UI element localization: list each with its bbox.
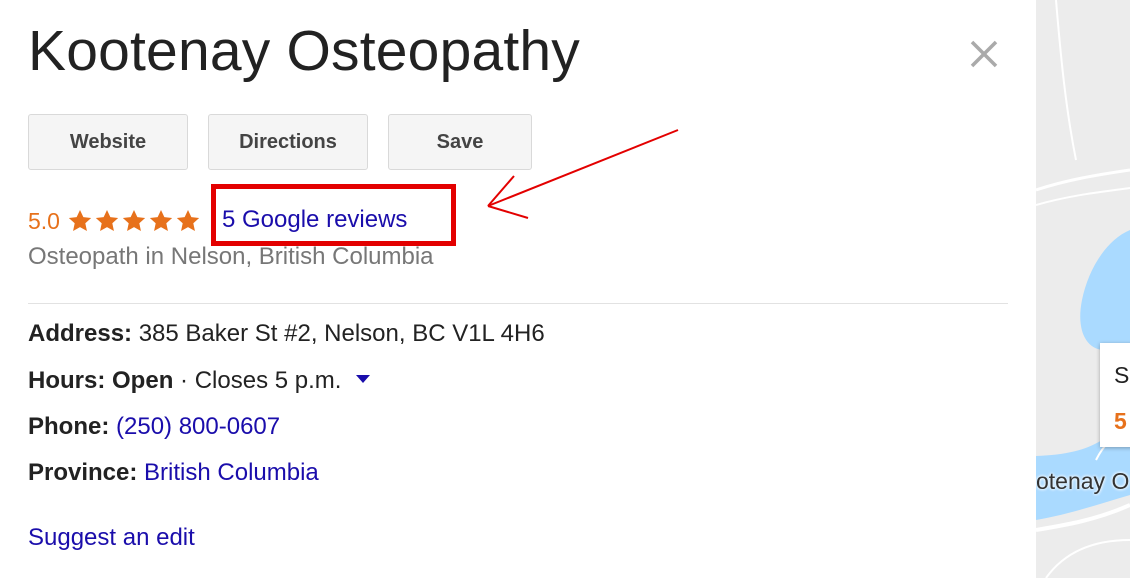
knowledge-panel: Kootenay Osteopathy Website Directions S…: [0, 0, 1036, 578]
star-icon: [149, 209, 173, 231]
address-label: Address:: [28, 320, 133, 347]
rating-stars: [67, 208, 202, 234]
website-button[interactable]: Website: [28, 114, 188, 170]
hours-separator: ·: [180, 367, 189, 394]
phone-label: Phone:: [28, 413, 110, 440]
directions-button[interactable]: Directions: [208, 114, 368, 170]
business-category: Osteopath in Nelson, British Columbia: [28, 243, 434, 270]
province-label: Province:: [28, 459, 138, 486]
map-place-label[interactable]: otenay O: [1036, 468, 1129, 495]
close-icon[interactable]: [960, 30, 1008, 78]
hours-label: Hours:: [28, 367, 106, 394]
annotation-highlight-box: [211, 184, 456, 246]
star-icon: [95, 209, 119, 231]
suggest-edit-link[interactable]: Suggest an edit: [28, 524, 195, 552]
star-icon: [122, 209, 146, 231]
business-title: Kootenay Osteopathy: [28, 19, 581, 83]
hours-detail[interactable]: Closes 5 p.m.: [195, 367, 342, 394]
star-icon: [176, 209, 200, 231]
rating-row: 5.0: [28, 204, 202, 238]
province-row: Province: British Columbia: [28, 459, 319, 487]
rating-value: 5.0: [28, 207, 60, 234]
phone-link[interactable]: (250) 800-0607: [116, 413, 280, 440]
map-card-rating: 5: [1114, 408, 1127, 434]
phone-row: Phone: (250) 800-0607: [28, 413, 280, 441]
hours-status: Open: [112, 367, 174, 394]
star-icon: [68, 209, 92, 231]
divider: [28, 303, 1008, 304]
address-value: 385 Baker St #2, Nelson, BC V1L 4H6: [138, 320, 545, 347]
map-card-text: S: [1114, 362, 1130, 388]
province-link[interactable]: British Columbia: [144, 459, 319, 486]
annotation-arrow: [487, 129, 679, 219]
caret-down-icon[interactable]: [356, 374, 371, 383]
address-row: Address: 385 Baker St #2, Nelson, BC V1L…: [28, 320, 545, 348]
hours-row: Hours: Open · Closes 5 p.m.: [28, 367, 371, 395]
